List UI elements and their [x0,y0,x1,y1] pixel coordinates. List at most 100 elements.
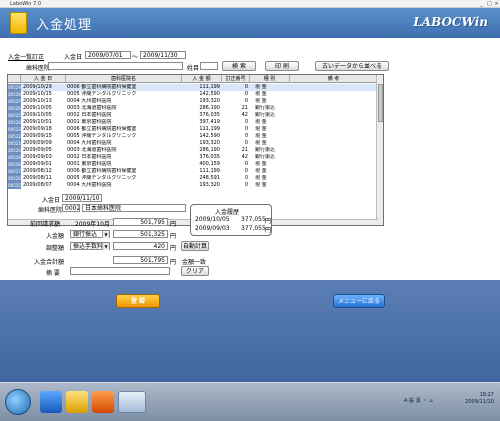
table-row[interactable]: 00517 2009/08/12 0006 都立歯科病院歯科保健室 111,199 0 現… [8,168,378,175]
cell-amount: 286,190 [199,147,220,153]
table-row[interactable]: 00519 2009/09/03 0002 日本歯科医院 376,035 42 銀行振込 [8,154,378,161]
amount-type-select[interactable]: 銀行振込 ▼ [70,230,110,238]
yen-label: 円 [265,218,272,225]
table-row[interactable]: 00527 2009/10/13 0004 九州歯科医院 193,320 0 現 金 [8,98,378,105]
cell-date: 2009/10/05 [23,105,52,111]
chevron-down-icon[interactable]: ▼ [102,231,109,238]
table-row[interactable]: 00518 2009/09/01 0001 東京歯科医院 400,159 0 現 金 [8,161,378,168]
table-header: 入 金 日 歯科医院名 入 金 額 訂正番号 種 別 備 考 [8,75,378,83]
chevron-down-icon[interactable]: ▼ [102,243,109,250]
row-index: 00529 [8,84,21,91]
yen-label: 円 [170,221,177,228]
table-row[interactable]: 00516 2009/08/11 0005 沖縄デンタルクリニック 248,591 0 現… [8,175,378,182]
payment-history: 入金履歴 2009/10/05 377,055 円 2009/09/03 377… [190,204,272,236]
maximize-icon[interactable]: □ [486,1,493,7]
cell-amount: 142,590 [199,133,220,139]
table-row[interactable]: 00523 2009/09/18 0006 都立歯科病院歯科保健室 111,199 0 現… [8,126,378,133]
table-row[interactable]: 00524 2009/10/01 0001 東京歯科医院 397,419 0 現 金 [8,119,378,126]
ime-tray[interactable]: A 般 漢 ・ ⊿ [404,397,433,404]
cell-type: 現 金 [255,133,267,139]
col-type[interactable]: 種 別 [250,75,290,83]
prev-billing-amount: 501,795 [113,218,168,226]
cell-clinic: 0006 都立歯科病院歯科保健室 [67,126,137,132]
table-row[interactable]: 00525 2009/10/05 0002 日本歯科医院 376,035 42 銀行振込 [8,112,378,119]
col-amount[interactable]: 入 金 額 [182,75,222,83]
col-clinic[interactable]: 歯科医院名 [66,75,182,83]
laboc-task-icon[interactable] [118,391,146,413]
cell-seq: 0 [244,140,248,146]
cell-type: 現 金 [255,91,267,97]
col-note[interactable]: 備 考 [290,75,378,83]
cell-amount: 111,199 [199,126,220,132]
auto-calc-button[interactable]: 自動計算 [181,241,209,251]
cell-date: 2009/10/05 [23,112,52,118]
media-player-icon[interactable] [92,391,114,413]
taskbar: A 般 漢 ・ ⊿ 18:27 2009/11/10 [0,382,500,421]
table-scrollbar[interactable] [376,75,383,225]
cell-clinic: 0003 北海道歯科医院 [67,147,117,153]
adjust-label: 調整額 [46,245,65,252]
period-from-input[interactable]: 2009/07/01 [85,51,131,59]
print-button[interactable]: 印 刷 [265,61,299,71]
adjust-input[interactable]: 420 [113,242,168,250]
cell-seq: 0 [244,133,248,139]
cell-date: 2009/09/18 [23,126,52,132]
minimize-icon[interactable]: _ [478,1,485,7]
table-row[interactable]: 00521 2009/09/09 0004 九州歯科医院 193,320 0 現 金 [8,140,378,147]
table-row[interactable]: 00520 2009/09/05 0003 北海道歯科医院 286,190 21 銀行振込 [8,147,378,154]
table-row[interactable]: 00526 2009/10/05 0003 北海道歯科医院 286,190 21 銀行振込 [8,105,378,112]
cell-type: 銀行振込 [255,147,276,153]
row-index: 00519 [8,154,21,161]
detail-clinic-label: 歯科医院 [38,207,63,214]
cell-date: 2009/09/15 [23,133,52,139]
search-button[interactable]: 検 索 [222,61,256,71]
register-button[interactable]: 登 録 [116,294,160,308]
period-separator: ～ [132,54,139,61]
reorder-button[interactable]: 古いデータから並べる [315,61,389,71]
action-bar: 登 録 メニューに戻る [0,280,500,382]
cell-seq: 0 [244,161,248,167]
cell-seq: 21 [241,105,248,111]
taskbar-clock[interactable]: 18:27 2009/11/10 [465,392,494,406]
ie-icon[interactable] [40,391,62,413]
clinic-filter-input[interactable] [48,62,183,70]
cell-type: 現 金 [255,168,267,174]
row-index: 00522 [8,133,21,140]
adjust-type-select[interactable]: 振込手数料 ▼ [70,242,110,250]
cell-type: 現 金 [255,126,267,132]
clear-button[interactable]: クリア [181,266,209,276]
note-label: 摘 要 [46,270,60,277]
close-icon[interactable]: × [493,1,500,7]
table-row[interactable]: 00515 2009/08/07 0004 九州歯科医院 193,320 0 現 金 [8,182,378,189]
period-to-input[interactable]: 2009/11/30 [140,51,186,59]
detail-date-input[interactable]: 2009/11/10 [62,194,102,202]
table-row[interactable]: 00528 2009/10/15 0005 沖縄デンタルクリニック 142,590 0 現… [8,91,378,98]
amount-match-status: 金額一致 [182,259,207,266]
folder-icon [10,12,27,34]
note-input[interactable] [70,267,170,275]
col-seq[interactable]: 訂正番号 [222,75,250,83]
lastname-label: 姓目 [187,65,200,72]
total-amount: 501,795 [113,256,168,264]
start-button[interactable] [5,389,31,415]
row-index: 00526 [8,105,21,112]
scroll-thumb[interactable] [378,84,383,122]
table-row[interactable]: 00529 2009/10/29 0006 都立歯科病院歯科保健室 111,199 0 現… [8,84,378,91]
table-row[interactable]: 00522 2009/09/15 0005 沖縄デンタルクリニック 142,590 0 現… [8,133,378,140]
explorer-icon[interactable] [66,391,88,413]
cell-date: 2009/10/15 [23,91,52,97]
back-to-menu-button[interactable]: メニューに戻る [333,294,385,308]
lastname-input[interactable] [200,62,218,70]
row-index: 00515 [8,182,21,189]
cell-amount: 376,035 [199,112,220,118]
amount-input[interactable]: 501,325 [113,230,168,238]
cell-date: 2009/09/03 [23,154,52,160]
cell-clinic: 0002 日本歯科医院 [67,112,112,118]
history-amount: 377,055 [241,225,266,232]
detail-clinic-name[interactable]: 日本歯科医院 [82,204,186,212]
history-date: 2009/09/03 [195,225,230,232]
col-date[interactable]: 入 金 日 [21,75,66,83]
tab-payment-list[interactable]: 入金一覧訂正 [8,52,44,61]
row-index: 00516 [8,175,21,182]
detail-clinic-code[interactable]: 0002 [62,204,80,212]
